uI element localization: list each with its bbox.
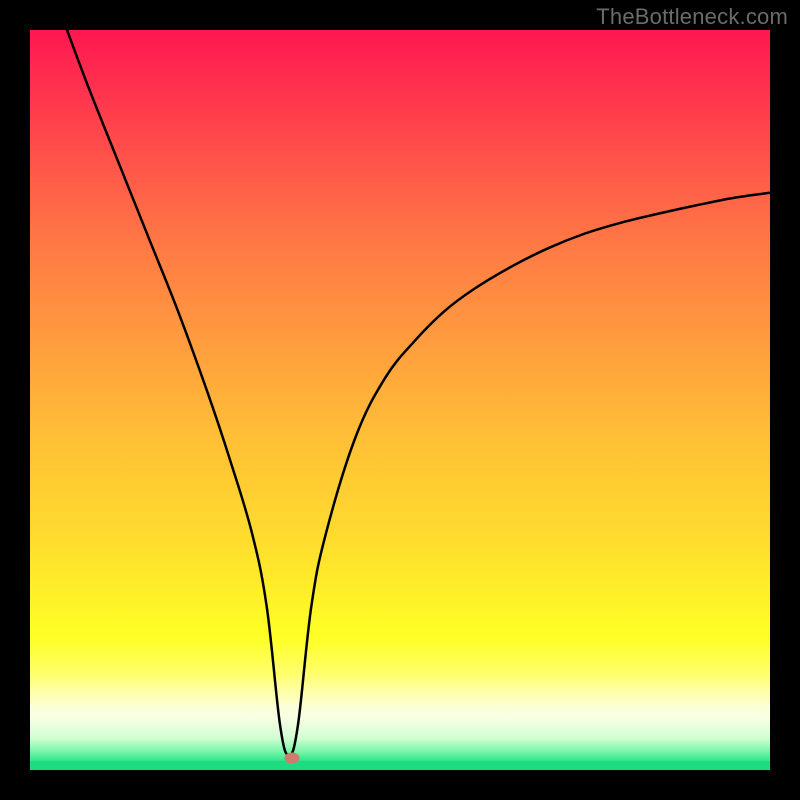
bottleneck-curve (30, 30, 770, 770)
curve-path (67, 30, 770, 755)
plot-area (30, 30, 770, 770)
optimal-point (284, 753, 299, 764)
watermark-text: TheBottleneck.com (596, 4, 788, 30)
chart-frame: TheBottleneck.com (0, 0, 800, 800)
